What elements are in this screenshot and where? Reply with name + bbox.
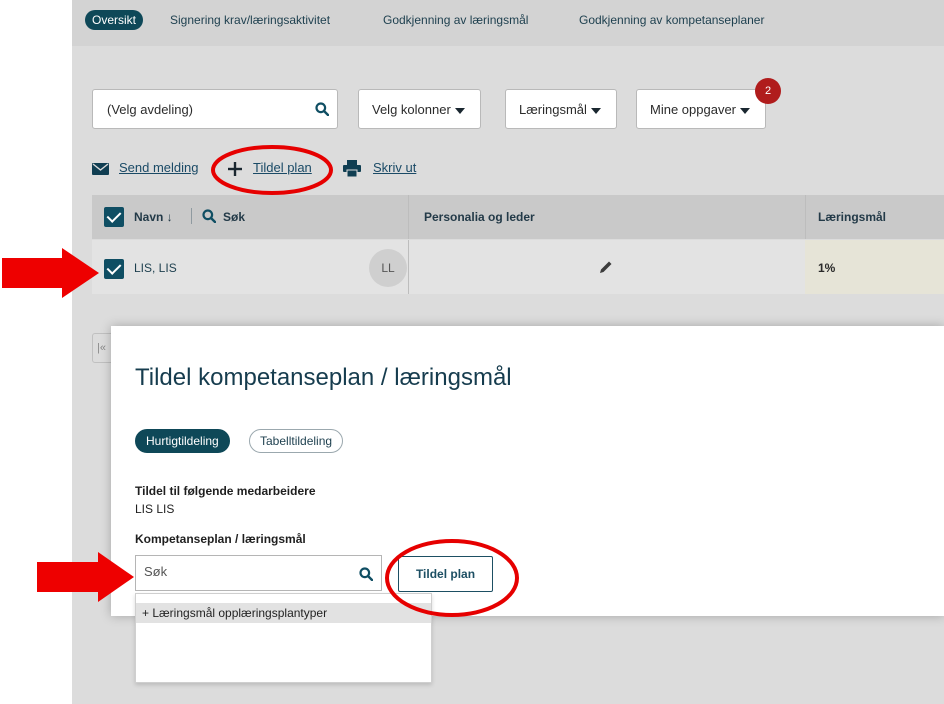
caret-down-icon [740,107,750,114]
department-select[interactable]: (Velg avdeling) [92,89,338,129]
select-all-checkbox[interactable] [104,207,124,227]
columns-dropdown-label: Velg kolonner [372,102,451,117]
tab-godkjenning-kompetanseplaner[interactable]: Godkjenning av kompetanseplaner [579,13,764,27]
envelope-icon [92,163,109,175]
row-checkbox[interactable] [104,259,124,279]
columns-dropdown[interactable]: Velg kolonner [358,89,481,129]
tasks-dropdown-label: Mine oppgaver [650,102,736,117]
quick-assign-tab[interactable]: Hurtigtildeling [135,429,230,453]
plus-icon [228,162,242,176]
search-icon[interactable] [359,567,373,581]
assign-to-label: Tildel til følgende medarbeidere [135,484,316,498]
caret-down-icon [590,107,601,114]
avatar: LL [369,249,407,287]
table-assign-tab[interactable]: Tabelltildeling [249,429,344,453]
pencil-icon[interactable] [599,260,613,274]
plan-search-field[interactable] [135,555,382,591]
plan-suggestions-dropdown: + Læringsmål opplæringsplantyper [135,593,432,683]
tab-oversikt[interactable]: Oversikt [85,10,144,30]
dialog-title: Tildel kompetanseplan / læringsmål [135,364,512,391]
column-divider [408,240,409,294]
printer-icon [343,160,361,177]
search-icon[interactable] [202,209,216,223]
assign-plan-link[interactable]: Tildel plan [253,160,312,175]
plan-label: Kompetanseplan / læringsmål [135,532,306,546]
column-header-goals[interactable]: Læringsmål [818,210,886,224]
assign-plan-dialog: Tildel kompetanseplan / læringsmål Hurti… [111,326,944,616]
column-header-search[interactable]: Søk [223,210,245,224]
tab-godkjenning-laeringsmaal[interactable]: Godkjenning av læringsmål [383,13,528,27]
goals-cell: 1% [805,240,944,294]
department-placeholder: (Velg avdeling) [107,102,193,117]
search-icon[interactable] [315,102,329,116]
column-divider [805,195,806,239]
goals-percentage: 1% [818,261,836,275]
caret-down-icon [454,107,465,114]
column-header-personalia[interactable]: Personalia og leder [424,210,535,224]
top-tab-bar: Oversikt Signering krav/læringsaktivitet… [72,0,944,46]
assign-plan-button[interactable]: Tildel plan [398,556,493,592]
goals-dropdown[interactable]: Læringsmål [505,89,617,129]
employee-name[interactable]: LIS, LIS [134,261,177,275]
tasks-dropdown[interactable]: Mine oppgaver [636,89,766,129]
assign-to-value: LIS LIS [135,502,175,516]
column-header-name[interactable]: Navn ↓ [134,210,173,224]
column-divider [408,195,409,239]
notification-badge: 2 [755,78,781,104]
suggestion-item[interactable]: + Læringsmål opplæringsplantyper [136,603,431,623]
header-divider [191,208,192,224]
goals-dropdown-label: Læringsmål [519,102,587,117]
table-row: LIS, LIS LL 1% [92,240,944,294]
plan-search-input[interactable] [144,564,344,579]
send-message-link[interactable]: Send melding [119,160,199,175]
tab-signering[interactable]: Signering krav/læringsaktivitet [170,13,330,27]
table-header: Navn ↓ Søk Personalia og leder Læringsmå… [92,195,944,239]
print-link[interactable]: Skriv ut [373,160,416,175]
